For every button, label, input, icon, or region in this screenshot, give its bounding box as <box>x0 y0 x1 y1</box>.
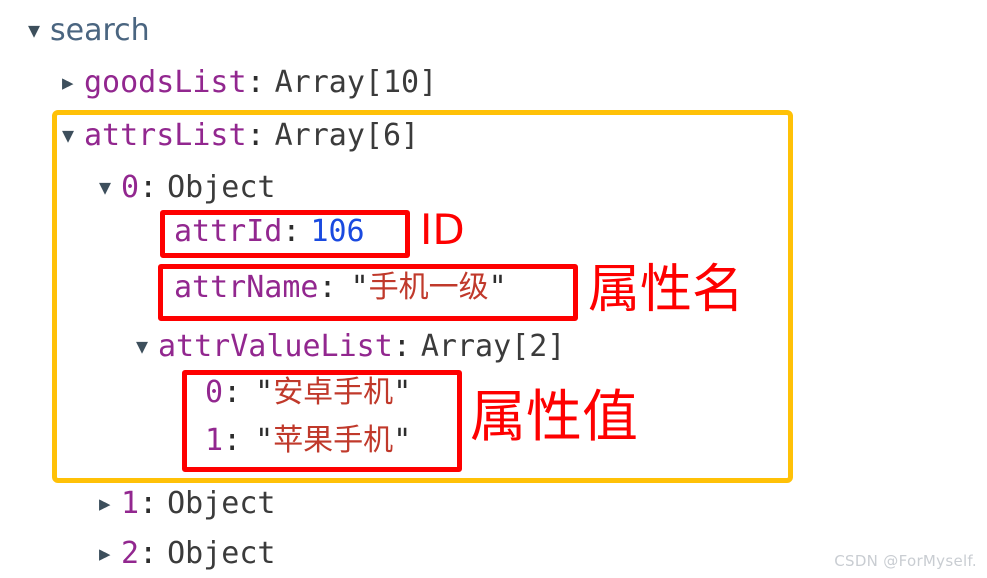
chevron-down-icon[interactable]: ▼ <box>28 13 50 47</box>
annotation-attr-name: 属性名 <box>588 260 745 320</box>
tree-value-attrvaluelist: Array[2] <box>420 329 566 364</box>
tree-value-object-1: Object <box>167 486 276 521</box>
open-quote: " <box>350 270 369 305</box>
chevron-right-icon[interactable]: ▶ <box>62 66 84 100</box>
tree-key-attrname: attrName <box>174 270 319 305</box>
tree-key-search: search <box>50 13 150 48</box>
tree-index-0: 0 <box>121 170 140 205</box>
tree-row-object-1[interactable]: ▶ 1: Object <box>99 487 276 524</box>
colon-separator: : <box>139 536 158 571</box>
close-quote: " <box>393 423 412 458</box>
tree-row-attrvalue-1[interactable]: 1: "苹果手机" <box>205 424 411 458</box>
tree-index-1: 1 <box>205 423 224 458</box>
tree-key-attrvaluelist: attrValueList <box>158 329 393 364</box>
colon-separator: : <box>139 486 158 521</box>
tree-row-object-2[interactable]: ▶ 2: Object <box>99 537 276 574</box>
tree-value-object-0: Object <box>167 170 276 205</box>
chevron-down-icon[interactable]: ▼ <box>99 170 121 204</box>
tree-row-attrid[interactable]: attrId: 106 <box>174 215 365 249</box>
annotation-id: ID <box>420 205 465 254</box>
open-quote: " <box>255 423 274 458</box>
tree-value-object-2: Object <box>167 536 276 571</box>
watermark: CSDN @ForMyself. <box>834 552 977 570</box>
tree-key-attrslist: attrsList <box>84 118 247 153</box>
tree-row-object-0[interactable]: ▼ 0: Object <box>99 171 276 207</box>
colon-separator: : <box>246 118 265 153</box>
tree-value-attrvalue-0: 安卓手机 <box>273 375 394 410</box>
tree-row-goodslist[interactable]: ▶ goodsList: Array[10] <box>62 66 437 103</box>
colon-separator: : <box>139 170 158 205</box>
colon-separator: : <box>318 270 337 305</box>
tree-index-0: 0 <box>205 375 224 410</box>
tree-row-attrvalue-0[interactable]: 0: "安卓手机" <box>205 376 411 410</box>
tree-value-attrvalue-1: 苹果手机 <box>273 423 394 458</box>
tree-index-2: 2 <box>121 536 140 571</box>
close-quote: " <box>488 270 507 305</box>
tree-key-goodslist: goodsList <box>84 65 247 100</box>
tree-value-attrid: 106 <box>310 214 365 249</box>
chevron-right-icon[interactable]: ▶ <box>99 487 121 521</box>
colon-separator: : <box>246 65 265 100</box>
annotation-attr-value: 属性值 <box>470 385 638 450</box>
tree-row-attrvaluelist[interactable]: ▼ attrValueList: Array[2] <box>136 330 565 366</box>
tree-key-attrid: attrId <box>174 214 283 249</box>
close-quote: " <box>393 375 412 410</box>
colon-separator: : <box>392 329 411 364</box>
chevron-down-icon[interactable]: ▼ <box>136 329 158 363</box>
tree-value-attrslist: Array[6] <box>274 118 420 153</box>
chevron-down-icon[interactable]: ▼ <box>62 118 84 152</box>
colon-separator: : <box>223 375 242 410</box>
open-quote: " <box>255 375 274 410</box>
colon-separator: : <box>282 214 301 249</box>
tree-index-1: 1 <box>121 486 140 521</box>
chevron-right-icon[interactable]: ▶ <box>99 537 121 571</box>
tree-value-attrname: 手机一级 <box>368 270 489 305</box>
tree-row-search[interactable]: ▼ search <box>28 14 150 50</box>
tree-value-goodslist: Array[10] <box>274 65 438 100</box>
colon-separator: : <box>223 423 242 458</box>
tree-row-attrslist[interactable]: ▼ attrsList: Array[6] <box>62 119 419 155</box>
tree-row-attrname[interactable]: attrName: "手机一级" <box>174 271 507 305</box>
